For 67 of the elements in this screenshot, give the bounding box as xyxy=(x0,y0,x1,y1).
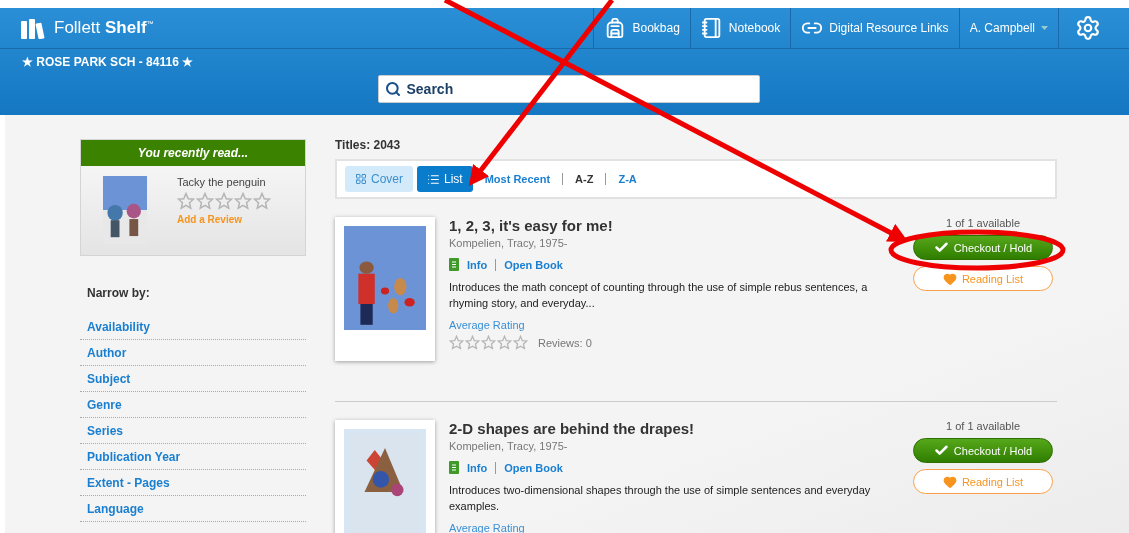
book-title[interactable]: 1, 2, 3, it's easy for me! xyxy=(449,217,913,234)
empty-star-icon xyxy=(253,192,271,210)
nav-link[interactable]: Bookbag xyxy=(593,8,690,48)
book-title: Tacky the penguin xyxy=(177,176,267,188)
book-summary: Introduces two-dimensional shapes through the use of simple sentences and everyday examples. xyxy=(449,483,872,514)
filter-link[interactable]: Availability xyxy=(80,314,306,340)
book-cover[interactable] xyxy=(335,217,435,361)
book-author: Kompelien, Tracy, 1975- xyxy=(449,440,569,452)
filter-link[interactable]: Series xyxy=(80,418,306,444)
nav-link[interactable]: Notebook xyxy=(689,8,791,48)
empty-star-icon xyxy=(196,192,214,210)
empty-star-icon xyxy=(465,335,480,350)
checkout-button[interactable]: Checkout / Hold xyxy=(913,438,1053,463)
titles-count: Titles: 2043 xyxy=(335,138,402,152)
sort-link[interactable]: Z-A xyxy=(618,173,637,185)
empty-star-icon xyxy=(481,335,496,350)
search-field[interactable]: Search xyxy=(377,75,760,103)
view-button[interactable]: List xyxy=(417,166,473,192)
empty-star-icon xyxy=(449,335,464,350)
availability-text: 1 of 1 available xyxy=(946,420,1020,432)
card-heading: You recently read... xyxy=(81,140,305,166)
empty-star-icon xyxy=(513,335,528,350)
rating-label[interactable]: Average Rating xyxy=(449,319,913,331)
reviews-count: Reviews: 0 xyxy=(538,336,592,349)
check-icon xyxy=(933,443,949,458)
book-cover[interactable] xyxy=(335,420,435,533)
filter-link[interactable]: Extent - Pages xyxy=(80,470,306,496)
search-icon xyxy=(384,81,401,97)
view-button[interactable]: Cover xyxy=(345,166,413,192)
heart-icon xyxy=(942,474,957,489)
ebook-icon xyxy=(449,461,459,474)
sort-link[interactable]: Most Recent xyxy=(484,173,551,185)
ebook-icon xyxy=(449,258,459,271)
info-link[interactable]: Info xyxy=(467,258,488,271)
filter-link[interactable]: Language xyxy=(80,496,306,522)
empty-star-icon xyxy=(234,192,252,210)
list-icon xyxy=(427,172,440,186)
nav-link[interactable]: Digital Resource Links xyxy=(790,8,959,48)
narrow-heading: Narrow by: xyxy=(87,286,151,300)
empty-star-icon xyxy=(497,335,512,350)
empty-star-icon xyxy=(177,192,195,210)
reading-list-button[interactable]: Reading List xyxy=(913,469,1053,494)
add-review-link[interactable]: Add a Review xyxy=(177,214,271,225)
sort-link[interactable]: A-Z xyxy=(575,173,594,185)
books-icon xyxy=(20,17,46,39)
filter-link[interactable]: Subject xyxy=(80,366,306,392)
school-name: ★ ROSE PARK SCH - 84116 ★ xyxy=(21,54,195,71)
info-link[interactable]: Info xyxy=(467,461,488,474)
user-menu[interactable]: A. Campbell xyxy=(958,8,1058,48)
app-logo: Follett Shelf$^{™}$ xyxy=(54,18,154,38)
filter-link[interactable]: Publication Year xyxy=(80,444,306,470)
checkout-button[interactable]: Checkout / Hold xyxy=(913,235,1053,260)
caret-icon xyxy=(1041,26,1048,30)
notebook-icon xyxy=(700,17,723,39)
book-author: Kompelien, Tracy, 1975- xyxy=(449,237,569,249)
book-title[interactable]: 2-D shapes are behind the drapes! xyxy=(449,420,913,437)
open-book-link[interactable]: Open Book xyxy=(504,461,563,474)
grid-icon xyxy=(355,173,367,185)
availability-text: 1 of 1 available xyxy=(946,217,1020,229)
settings-icon xyxy=(1075,15,1101,41)
filter-link[interactable]: Genre xyxy=(80,392,306,418)
filter-link[interactable]: Author xyxy=(80,340,306,366)
book-summary: Introduces the math concept of counting through the use of simple rebus sentences, a rhyming story, and everyday... xyxy=(449,280,869,311)
empty-star-icon xyxy=(215,192,233,210)
open-book-link[interactable]: Open Book xyxy=(504,258,563,271)
heart-icon xyxy=(942,271,957,286)
check-icon xyxy=(933,240,949,255)
